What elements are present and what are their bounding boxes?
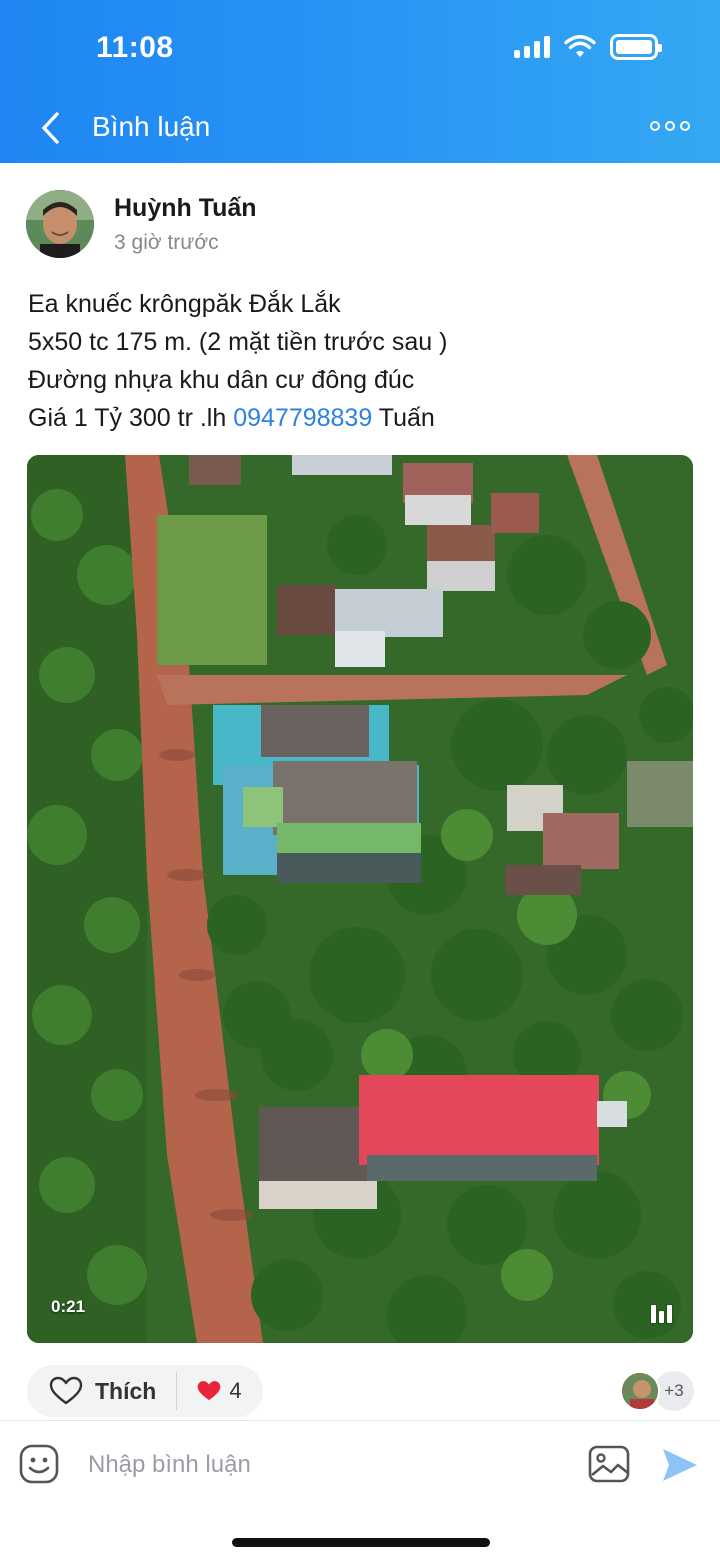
reaction-summary[interactable]: 4 bbox=[197, 1378, 242, 1404]
page-title: Bình luận bbox=[92, 111, 211, 142]
more-icon[interactable] bbox=[650, 118, 694, 134]
post-line: Đường nhựa khu dân cư đông đúc bbox=[28, 366, 415, 394]
signal-icon bbox=[514, 36, 550, 58]
comment-input[interactable] bbox=[88, 1445, 558, 1485]
image-icon bbox=[588, 1445, 630, 1483]
back-arrow-icon bbox=[42, 112, 59, 144]
post-video[interactable]: 0:21 bbox=[27, 455, 693, 1343]
phone-link[interactable]: 0947798839 bbox=[233, 404, 372, 432]
divider bbox=[176, 1372, 178, 1410]
post-time: 3 giờ trước bbox=[114, 230, 219, 254]
reaction-bar: Thích 4 bbox=[27, 1365, 263, 1417]
video-bars-icon bbox=[651, 1301, 673, 1323]
header-bar: 11:08 Bình luận bbox=[0, 0, 720, 163]
status-icons bbox=[514, 34, 662, 60]
reactor-avatar bbox=[620, 1371, 660, 1411]
heart-icon bbox=[198, 1381, 221, 1401]
reactors[interactable]: +3 bbox=[620, 1371, 694, 1411]
back-button[interactable] bbox=[30, 106, 70, 150]
status-time: 11:08 bbox=[96, 31, 174, 64]
reaction-count: 4 bbox=[229, 1378, 242, 1403]
aerial-photo bbox=[27, 455, 693, 1343]
post-line-price: Giá 1 Tỷ 300 tr .lh 0947798839 Tuấn bbox=[28, 399, 698, 437]
image-button[interactable] bbox=[588, 1445, 630, 1483]
more-reactors-badge: +3 bbox=[654, 1371, 694, 1411]
avatar[interactable] bbox=[26, 190, 94, 258]
like-label: Thích bbox=[95, 1377, 157, 1404]
post-line: Ea knuếc krôngpăk Đắk Lắk bbox=[28, 290, 341, 318]
post-text: Ea knuếc krôngpăk Đắk Lắk 5x50 tc 175 m.… bbox=[28, 285, 698, 437]
send-button[interactable] bbox=[660, 1445, 700, 1485]
author-name[interactable]: Huỳnh Tuấn bbox=[114, 194, 257, 223]
price-text: Giá 1 Tỷ 300 tr .lh bbox=[28, 404, 234, 432]
home-indicator bbox=[232, 1538, 490, 1547]
wifi-icon bbox=[564, 35, 596, 57]
video-duration: 0:21 bbox=[51, 1297, 86, 1316]
contact-name: Tuấn bbox=[372, 404, 435, 432]
like-button[interactable]: Thích bbox=[27, 1365, 156, 1417]
post-line: 5x50 tc 175 m. (2 mặt tiền trước sau ) bbox=[28, 328, 448, 356]
post-author-row: Huỳnh Tuấn 3 giờ trước bbox=[26, 190, 257, 258]
emoji-icon bbox=[19, 1444, 59, 1484]
comment-bar bbox=[0, 1420, 720, 1516]
battery-icon bbox=[610, 34, 662, 60]
emoji-button[interactable] bbox=[18, 1443, 60, 1485]
send-icon bbox=[663, 1449, 697, 1481]
heart-outline-icon bbox=[49, 1376, 83, 1405]
